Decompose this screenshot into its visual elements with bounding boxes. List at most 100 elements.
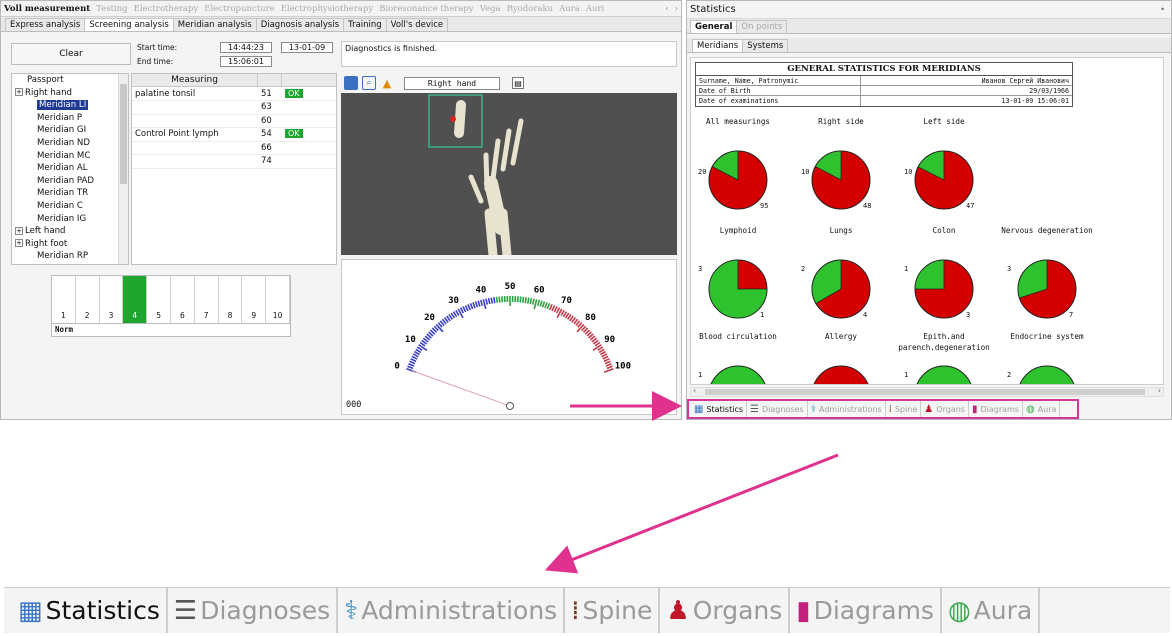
tree-item[interactable]: Meridian AL bbox=[15, 162, 128, 175]
tree-item[interactable]: + Right hand bbox=[15, 87, 128, 100]
rotate-icon[interactable] bbox=[344, 76, 358, 90]
voll-window: Voll measurement Testing Electrotherapy … bbox=[0, 0, 682, 420]
tab-diagnoses[interactable]: ☰ Diagnoses bbox=[168, 588, 339, 633]
tab-express[interactable]: Express analysis bbox=[5, 18, 86, 31]
tab-screening[interactable]: Screening analysis bbox=[84, 18, 174, 31]
report-hscrollbar[interactable]: ‹ › bbox=[690, 386, 1164, 397]
table-row[interactable]: palatine tonsil 51 OK bbox=[132, 87, 336, 101]
table-row[interactable]: 60 bbox=[132, 114, 336, 128]
gauge-tick bbox=[477, 300, 481, 307]
menu-bioresonance[interactable]: Bioresonance therapy bbox=[376, 4, 476, 14]
tree-scrollbar[interactable] bbox=[118, 74, 128, 264]
tab-label: Spine bbox=[582, 596, 653, 625]
tab-diagrams[interactable]: ▮ Diagrams bbox=[790, 588, 942, 633]
analysis-tabs: Express analysis Screening analysis Meri… bbox=[1, 17, 681, 32]
scale-cell: 3 bbox=[100, 276, 124, 323]
tree-item[interactable]: Meridian PAD bbox=[15, 175, 128, 188]
scroll-right-arrow-icon[interactable]: › bbox=[1158, 386, 1161, 395]
status-text: Diagnostics is finished. bbox=[345, 44, 438, 53]
pie-label: Allergy bbox=[824, 332, 857, 341]
menu-electrotherapy[interactable]: Electrotherapy bbox=[131, 4, 202, 14]
gauge-tick bbox=[462, 306, 467, 313]
tab-aura[interactable]: ◍ Aura bbox=[942, 588, 1041, 633]
view-select[interactable]: Right hand bbox=[404, 76, 500, 90]
tab-label: Diagnoses bbox=[200, 596, 331, 625]
tab-administrations[interactable]: ⚕ Administrations bbox=[808, 401, 886, 417]
tab-statistics[interactable]: ▦ Statistics bbox=[12, 588, 168, 633]
scroll-left-arrow-icon[interactable]: ‹ bbox=[693, 386, 696, 395]
tree-item[interactable]: Meridian RP bbox=[15, 250, 128, 263]
save-view-icon[interactable]: ▤ bbox=[512, 77, 524, 89]
tab-diagnosis[interactable]: Diagnosis analysis bbox=[255, 18, 345, 31]
table-row[interactable]: Control Point lymph 54 OK bbox=[132, 127, 336, 142]
tab-volls-device[interactable]: Voll's device bbox=[385, 18, 449, 31]
tab-organs[interactable]: ♟ Organs bbox=[921, 401, 969, 417]
clear-button[interactable]: Clear bbox=[11, 43, 131, 65]
tree-item-label: Meridian RP bbox=[37, 251, 89, 262]
tab-aura[interactable]: ◍ Aura bbox=[1023, 401, 1061, 417]
menu-voll[interactable]: Voll measurement bbox=[1, 4, 93, 14]
statistics-icon: ▦ bbox=[18, 595, 43, 626]
gauge-tick bbox=[435, 323, 444, 333]
pie-chart bbox=[813, 365, 869, 384]
tree-item[interactable]: + Right foot bbox=[15, 238, 128, 251]
tab-general[interactable]: General bbox=[690, 20, 738, 33]
tab-on-points[interactable]: On points bbox=[736, 20, 788, 33]
tree-item[interactable]: Meridian MC bbox=[15, 150, 128, 163]
table-row[interactable]: 66 bbox=[132, 141, 336, 155]
table-row[interactable]: 63 bbox=[132, 100, 336, 115]
expand-icon[interactable]: + bbox=[15, 88, 23, 97]
scroll-right-icon[interactable]: › bbox=[672, 4, 681, 14]
scale-row: 1 2 3 4 5 6 7 8 9 10 bbox=[52, 276, 290, 324]
pin-icon[interactable]: • bbox=[1160, 5, 1165, 14]
menu-auri[interactable]: Auri bbox=[583, 4, 607, 14]
tree-item[interactable]: Meridian LI bbox=[15, 99, 128, 112]
zoom-icon[interactable]: ⌕ bbox=[362, 76, 376, 90]
tree-item[interactable]: Meridian C bbox=[15, 200, 128, 213]
tab-diagnoses[interactable]: ☰ Diagnoses bbox=[747, 401, 808, 417]
menu-aura[interactable]: Aura bbox=[556, 4, 583, 14]
tab-meridians[interactable]: Meridians bbox=[692, 39, 744, 52]
tab-diagrams[interactable]: ▮ Diagrams bbox=[969, 401, 1023, 417]
scroll-left-icon[interactable]: ‹ bbox=[662, 4, 671, 14]
tab-meridian[interactable]: Meridian analysis bbox=[172, 18, 257, 31]
tab-administrations[interactable]: ⚕ Administrations bbox=[338, 588, 566, 633]
table-row[interactable]: 74 bbox=[132, 154, 336, 169]
menu-testing[interactable]: Testing bbox=[93, 4, 130, 14]
tree-item[interactable]: Meridian P bbox=[15, 112, 128, 125]
menu-ryodoraku[interactable]: Ryodoraku bbox=[504, 4, 556, 14]
gauge-tick-label: 90 bbox=[604, 335, 615, 345]
expand-icon[interactable]: + bbox=[15, 239, 23, 248]
menu-electrophysiotherapy[interactable]: Electrophysiotherapy bbox=[278, 4, 377, 14]
tab-organs[interactable]: ♟ Organs bbox=[660, 588, 791, 633]
tab-statistics[interactable]: ▦ Statistics bbox=[691, 401, 748, 417]
pie-green-count: 2 bbox=[1007, 371, 1012, 379]
pie-label: Blood circulation bbox=[699, 332, 777, 341]
tab-training[interactable]: Training bbox=[343, 18, 387, 31]
end-time-field[interactable]: 15:06:01 bbox=[220, 56, 272, 67]
menu-vega[interactable]: Vega bbox=[477, 4, 504, 14]
tree-scroll-thumb[interactable] bbox=[120, 84, 127, 184]
start-time-field[interactable]: 14:44:23 bbox=[220, 42, 272, 53]
gauge-tick-label: 0 bbox=[394, 361, 399, 371]
tree-item[interactable]: Meridian GI bbox=[15, 124, 128, 137]
tree-item[interactable]: Passport bbox=[15, 74, 128, 87]
tab-spine[interactable]: ⁞ Spine bbox=[565, 588, 661, 633]
menu-electropuncture[interactable]: Electropuncture bbox=[201, 4, 277, 14]
start-date-field[interactable]: 13-01-09 bbox=[281, 42, 333, 53]
gauge-tick bbox=[524, 297, 527, 304]
gauge-tick bbox=[551, 305, 556, 312]
measure-value: 54 bbox=[258, 127, 282, 142]
tree-item[interactable]: + Left hand bbox=[15, 225, 128, 238]
tree-item[interactable]: Meridian IG bbox=[15, 213, 128, 226]
tab-label: Diagrams bbox=[813, 596, 934, 625]
hand-3d-view[interactable] bbox=[341, 93, 677, 255]
tree-item[interactable]: Meridian TR bbox=[15, 187, 128, 200]
tab-spine[interactable]: ⁞ Spine bbox=[886, 401, 922, 417]
tree-item[interactable]: Meridian ND bbox=[15, 137, 128, 150]
hscroll-thumb[interactable] bbox=[705, 389, 1145, 395]
expand-icon[interactable]: + bbox=[15, 226, 23, 235]
pie-green-count: 10 bbox=[801, 168, 810, 176]
tab-systems[interactable]: Systems bbox=[742, 39, 789, 52]
highlight-icon[interactable]: ▲ bbox=[380, 76, 394, 90]
